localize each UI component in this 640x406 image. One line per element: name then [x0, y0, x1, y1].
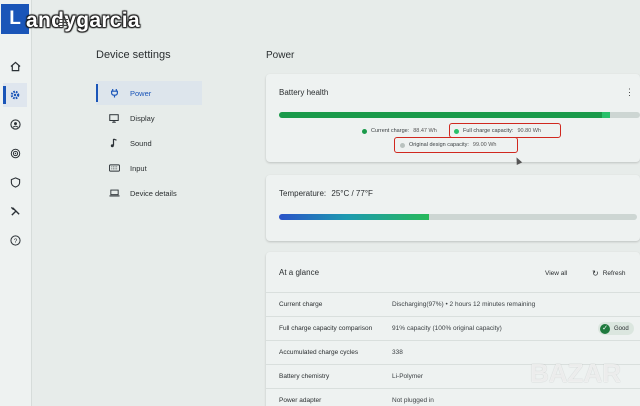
- annotation-box-original-capacity: [394, 137, 518, 153]
- nav-item-display[interactable]: Display: [96, 106, 202, 130]
- glance-value: Not plugged in: [392, 397, 434, 404]
- nav-item-sound[interactable]: Sound: [96, 131, 202, 155]
- glance-key: Current charge: [279, 301, 323, 308]
- battery-health-title: Battery health: [279, 88, 329, 97]
- device-settings-title: Device settings: [96, 49, 171, 61]
- nav-label-display: Display: [130, 113, 155, 123]
- radar-icon[interactable]: [3, 141, 27, 165]
- shield-icon[interactable]: [3, 170, 27, 194]
- view-all-link[interactable]: View all: [545, 270, 567, 277]
- current-charge-fill: [279, 112, 602, 118]
- battery-health-bar: [279, 112, 640, 118]
- temperature-bar: [279, 214, 637, 220]
- refresh-button[interactable]: ↻ Refresh: [592, 269, 625, 278]
- gear-icon[interactable]: [3, 83, 27, 107]
- temperature-label: Temperature:: [279, 189, 327, 198]
- glance-value: Li-Polymer: [392, 373, 424, 380]
- power-plug-icon: [108, 88, 120, 98]
- menu-icon[interactable]: [58, 19, 68, 28]
- glance-row-current-charge: Current charge Discharging(97%) • 2 hour…: [266, 292, 640, 316]
- glance-value: 91% capacity (100% original capacity): [392, 325, 502, 332]
- account-icon[interactable]: [3, 112, 27, 136]
- nav-item-device-details[interactable]: Device details: [96, 181, 202, 205]
- glance-key: Accumulated charge cycles: [279, 349, 359, 356]
- temperature-fill: [279, 214, 430, 220]
- watermark-username: andygarcia: [26, 9, 140, 32]
- current-charge-label: Current charge:: [371, 128, 410, 134]
- temperature-value: 25°C / 77°F: [331, 189, 373, 198]
- nav-label-input: Input: [130, 163, 147, 173]
- nav-label-power: Power: [130, 88, 152, 98]
- current-charge-value: 88.47 Wh: [413, 128, 437, 134]
- temperature-card: Temperature: 25°C / 77°F: [266, 175, 640, 241]
- nav-label-sound: Sound: [130, 138, 152, 148]
- music-note-icon: [108, 138, 120, 148]
- monitor-icon: [108, 113, 120, 123]
- glance-value: 338: [392, 349, 403, 356]
- current-charge-dot: [362, 128, 367, 134]
- glance-key: Power adapter: [279, 397, 322, 404]
- more-options-icon[interactable]: ⋮: [625, 87, 634, 98]
- keyboard-icon: [108, 164, 120, 172]
- battery-health-card: Battery health ⋮ Current charge: 88.47 W…: [266, 74, 640, 162]
- refresh-label: Refresh: [602, 270, 626, 277]
- annotation-box-full-charge: [449, 123, 561, 138]
- power-title: Power: [266, 50, 295, 61]
- at-a-glance-title: At a glance: [279, 268, 320, 277]
- nav-label-device-details: Device details: [130, 188, 177, 198]
- svg-text:?: ?: [13, 237, 17, 244]
- check-icon: ✓: [600, 323, 610, 334]
- temperature-readout: Temperature: 25°C / 77°F: [279, 189, 373, 198]
- nav-item-input[interactable]: Input: [96, 156, 202, 180]
- glance-key: Battery chemistry: [279, 373, 330, 380]
- refresh-icon: ↻: [592, 269, 599, 278]
- app-rail: L ?: [0, 0, 32, 406]
- watermark-logo: BAZAR: [530, 358, 621, 388]
- glance-value: Discharging(97%) • 2 hours 12 minutes re…: [392, 301, 536, 308]
- legend-current-charge: Current charge: 88.47 Wh: [362, 128, 437, 134]
- glance-key: Full charge capacity comparison: [279, 325, 373, 332]
- full-charge-fill: [601, 112, 611, 118]
- app-logo: L: [1, 4, 29, 34]
- tools-icon[interactable]: [3, 199, 27, 223]
- help-icon[interactable]: ?: [3, 228, 27, 252]
- laptop-icon: [108, 189, 120, 197]
- home-icon[interactable]: [3, 54, 27, 78]
- glance-row-power-adapter: Power adapter Not plugged in: [266, 388, 640, 406]
- glance-row-capacity-comparison: Full charge capacity comparison 91% capa…: [266, 316, 640, 340]
- nav-item-power[interactable]: Power: [96, 81, 202, 105]
- status-badge-label: Good: [614, 325, 629, 332]
- status-badge: ✓ Good: [598, 322, 634, 335]
